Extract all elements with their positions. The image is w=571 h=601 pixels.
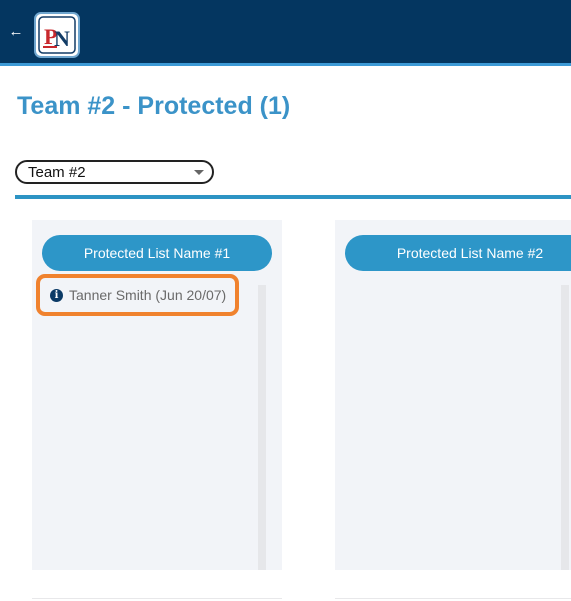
team-select-dropdown[interactable]: Team #2 xyxy=(15,160,214,184)
panel-divider xyxy=(32,598,282,599)
app-logo[interactable]: P N xyxy=(34,12,80,58)
page-title: Team #2 - Protected (1) xyxy=(17,92,291,120)
scrollbar-track[interactable] xyxy=(258,285,266,570)
protected-list-panel-2: Protected List Name #2 xyxy=(335,220,571,570)
chevron-down-icon xyxy=(194,170,204,175)
protected-list-panel-1: Protected List Name #1 i Tanner Smith (J… xyxy=(32,220,282,570)
player-name: Tanner Smith (Jun 20/07) xyxy=(69,287,227,303)
protected-list-header-1[interactable]: Protected List Name #1 xyxy=(42,235,272,271)
team-select-value: Team #2 xyxy=(28,164,86,181)
app-header: ← P N xyxy=(0,0,571,66)
logo-mark-icon: P N xyxy=(38,16,76,54)
panel-divider xyxy=(335,598,571,599)
player-list-item[interactable]: i Tanner Smith (Jun 20/07) xyxy=(36,274,239,316)
scrollbar-track[interactable] xyxy=(561,285,569,570)
info-icon[interactable]: i xyxy=(50,289,63,302)
section-divider xyxy=(15,195,571,199)
protected-list-header-2[interactable]: Protected List Name #2 xyxy=(345,235,571,271)
back-arrow-icon[interactable]: ← xyxy=(6,22,26,42)
